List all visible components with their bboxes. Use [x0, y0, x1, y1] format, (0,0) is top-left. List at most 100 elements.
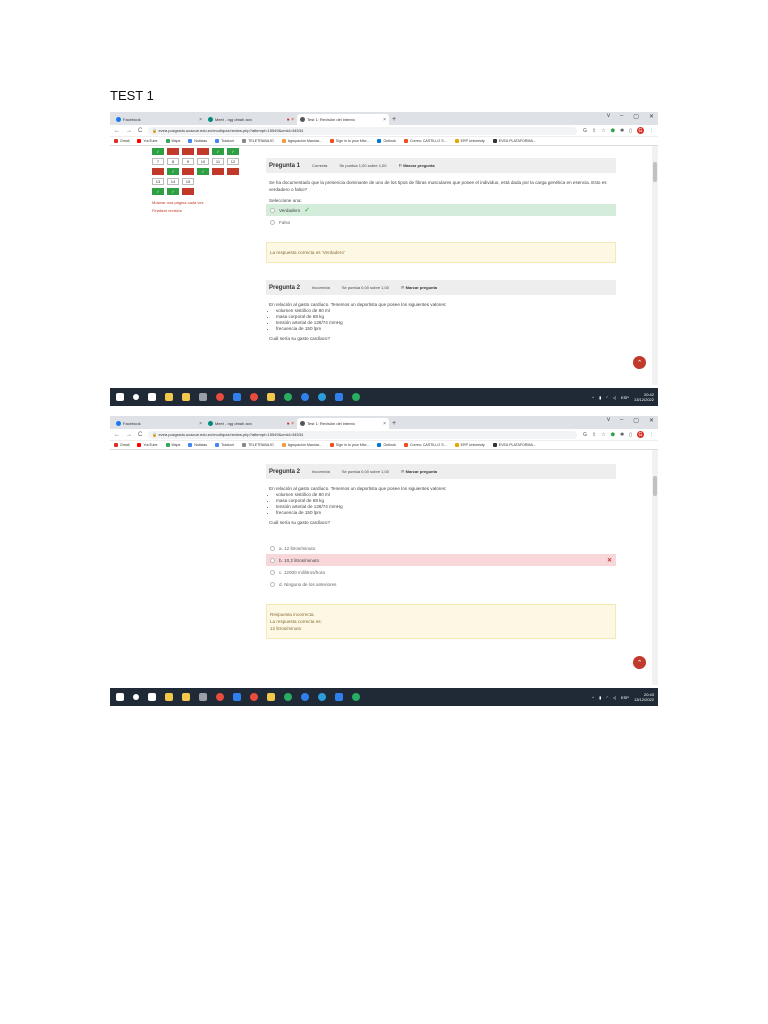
spotify-icon[interactable] [352, 693, 360, 701]
radio-button[interactable] [270, 581, 275, 587]
app-icon[interactable] [199, 393, 207, 401]
quiz-nav-number[interactable]: 10 [197, 158, 209, 165]
quiz-nav-status[interactable]: ✓ [167, 168, 179, 175]
url-field[interactable]: 🔒 evea.posgrado.ucacue.edu.ec/mod/quiz/r… [148, 126, 578, 135]
bookmark-evea[interactable]: EVEA PLATAFORMA... [492, 443, 536, 447]
share-icon[interactable]: ⇪ [592, 128, 596, 134]
close-icon[interactable]: ● × [287, 117, 294, 123]
whatsapp-icon[interactable] [284, 693, 292, 701]
search-icon[interactable] [133, 694, 139, 700]
profile-avatar[interactable]: G [637, 127, 644, 134]
app-icon[interactable] [233, 393, 241, 401]
quiz-nav-number[interactable]: 13 [152, 178, 164, 185]
app-icon[interactable] [301, 393, 309, 401]
whatsapp-icon[interactable] [284, 393, 292, 401]
bookmark-youtube[interactable]: YouTube [137, 139, 158, 143]
bookmark-teletrabajo[interactable]: TELETRABAJO [242, 443, 274, 447]
scrollbar[interactable] [652, 450, 658, 685]
bookmark-evea[interactable]: EVEA PLATAFORMA... [492, 139, 536, 143]
close-icon[interactable]: × [383, 421, 386, 427]
volume-icon[interactable]: ◁ [613, 695, 616, 700]
quiz-nav-status[interactable] [182, 168, 194, 175]
clock[interactable]: 20:42 13/12/2022 [634, 392, 654, 402]
bookmark-maps[interactable]: Maps [165, 443, 180, 447]
quiz-nav-status[interactable] [182, 148, 194, 155]
bookmark-youtube[interactable]: YouTube [137, 443, 158, 447]
minimize-button[interactable]: – [620, 417, 623, 424]
app-icon[interactable] [301, 693, 309, 701]
close-icon[interactable]: ● × [287, 421, 294, 427]
quiz-nav-number[interactable]: 15 [182, 178, 194, 185]
finish-review-link[interactable]: Finalizar revisión [152, 208, 242, 213]
quiz-nav-number[interactable]: 9 [182, 158, 194, 165]
shield-icon[interactable]: ⬟ [611, 432, 615, 438]
bookmark-maps[interactable]: Maps [165, 139, 180, 143]
sidebar-icon[interactable]: ▯ [629, 128, 632, 134]
bookmark-news[interactable]: Noticias [188, 443, 207, 447]
option-c[interactable]: c. 12000 mililitros/hora [266, 566, 616, 578]
quiz-nav-number[interactable]: 7 [152, 158, 164, 165]
option-a[interactable]: a. 12 litros/minuto [266, 542, 616, 554]
quiz-nav-status[interactable]: ✓ [197, 168, 209, 175]
forward-icon[interactable]: → [126, 432, 132, 438]
tab-meet[interactable]: Meet - rqg dmah acn ● × [205, 418, 297, 429]
language-indicator[interactable]: ESP [621, 695, 629, 700]
share-icon[interactable]: ⇪ [592, 432, 596, 438]
url-field[interactable]: 🔒 evea.posgrado.ucacue.edu.ec/mod/quiz/r… [148, 430, 578, 439]
radio-button[interactable] [270, 219, 275, 225]
option-d[interactable]: d. Ninguno de los anteriores [266, 578, 616, 590]
quiz-nav-status[interactable]: ✓ [167, 188, 179, 195]
new-tab-button[interactable]: + [392, 420, 396, 427]
close-icon[interactable]: × [383, 117, 386, 123]
clock[interactable]: 20:43 13/12/2022 [634, 692, 654, 702]
wifi-icon[interactable]: ◜ [606, 395, 608, 400]
google-icon[interactable]: G [583, 128, 587, 134]
tab-search-icon[interactable]: v [607, 417, 610, 424]
bookmark-gmail[interactable]: Gmail [114, 139, 129, 143]
scroll-to-top-button[interactable]: ⌃ [633, 656, 646, 669]
tab-search-icon[interactable]: v [607, 113, 610, 120]
radio-button[interactable] [270, 557, 275, 563]
bookmark-erp[interactable]: ERP University [454, 443, 485, 447]
sticky-notes-icon[interactable] [165, 393, 173, 401]
tab-facebook[interactable]: Facebook × [113, 418, 205, 429]
quiz-nav-number[interactable]: 8 [167, 158, 179, 165]
scrollbar-thumb[interactable] [653, 162, 657, 182]
opera-icon[interactable] [216, 693, 224, 701]
app-icon[interactable] [199, 693, 207, 701]
forward-icon[interactable]: → [126, 128, 132, 134]
app-icon[interactable] [233, 693, 241, 701]
flag-question-button[interactable]: ⚐ Marcar pregunta [399, 163, 435, 168]
quiz-nav-status[interactable]: ✓ [152, 188, 164, 195]
minimize-button[interactable]: – [620, 113, 623, 120]
radio-button[interactable] [270, 545, 275, 551]
extensions-icon[interactable]: ✱ [620, 432, 624, 438]
scrollbar[interactable] [652, 146, 658, 385]
menu-icon[interactable]: ⋮ [649, 432, 654, 438]
profile-avatar[interactable]: G [637, 431, 644, 438]
close-window-button[interactable]: ✕ [649, 113, 654, 120]
wifi-icon[interactable]: ◜ [606, 695, 608, 700]
quiz-nav-status[interactable] [167, 148, 179, 155]
quiz-nav-status[interactable] [227, 168, 239, 175]
close-icon[interactable]: × [199, 117, 202, 123]
chrome-icon[interactable] [250, 393, 258, 401]
windows-start-icon[interactable] [116, 693, 124, 701]
google-icon[interactable]: G [583, 432, 587, 438]
outlook-icon[interactable] [335, 693, 343, 701]
bookmark-agrupacion[interactable]: Agrupación Manota... [281, 139, 322, 143]
bookmark-correo[interactable]: Correo: CASTILLO S... [403, 139, 447, 143]
quiz-nav-number[interactable]: 12 [227, 158, 239, 165]
back-icon[interactable]: ← [114, 432, 120, 438]
outlook-icon[interactable] [335, 393, 343, 401]
close-window-button[interactable]: ✕ [649, 417, 654, 424]
language-indicator[interactable]: ESP [621, 395, 629, 400]
task-view-icon[interactable] [148, 693, 156, 701]
bookmark-erp[interactable]: ERP University [454, 139, 485, 143]
file-explorer-icon[interactable] [267, 693, 275, 701]
extensions-icon[interactable]: ✱ [620, 128, 624, 134]
volume-icon[interactable]: ◁ [613, 395, 616, 400]
show-one-page-link[interactable]: Mostrar una página cada vez [152, 200, 242, 205]
bookmark-teletrabajo[interactable]: TELETRABAJO [242, 139, 274, 143]
back-icon[interactable]: ← [114, 128, 120, 134]
